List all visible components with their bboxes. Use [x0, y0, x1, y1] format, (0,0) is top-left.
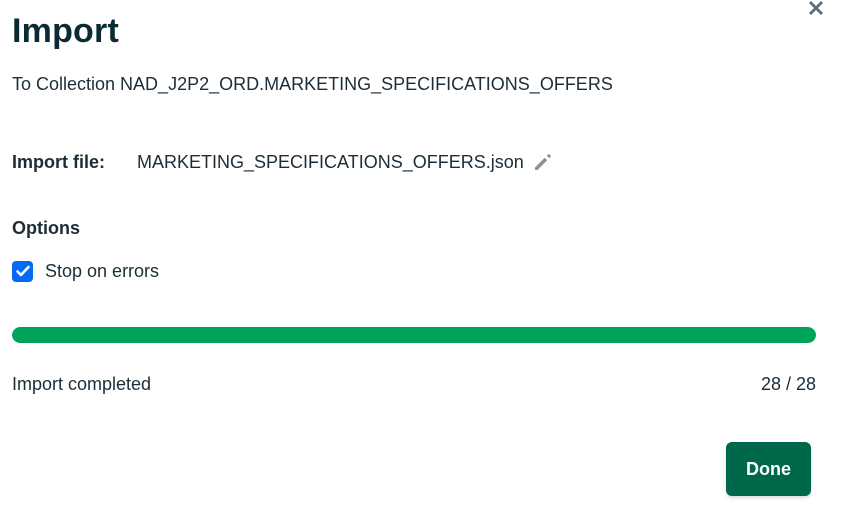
import-file-name: MARKETING_SPECIFICATIONS_OFFERS.json — [137, 151, 524, 172]
stop-on-errors-label: Stop on errors — [45, 260, 160, 281]
import-count-text: 28 / 28 — [760, 374, 816, 394]
import-file-row: Import file: MARKETING_SPECIFICATIONS_OF… — [12, 150, 554, 174]
close-icon — [809, 1, 823, 15]
dialog-title: Import — [12, 12, 119, 50]
import-dialog: Import To Collection NAD_J2P2_ORD.MARKET… — [0, 0, 850, 513]
progress-bar — [12, 327, 816, 343]
checkmark-icon — [15, 265, 30, 277]
done-button[interactable]: Done — [726, 442, 811, 496]
stop-on-errors-option[interactable]: Stop on errors — [12, 260, 159, 282]
close-button[interactable] — [806, 0, 826, 16]
import-status-text: Import completed — [12, 374, 152, 394]
dialog-subtitle: To Collection NAD_J2P2_ORD.MARKETING_SPE… — [12, 74, 613, 94]
stop-on-errors-checkbox[interactable] — [12, 260, 33, 282]
progress-bar-fill — [12, 327, 816, 343]
options-heading: Options — [12, 218, 80, 238]
pencil-icon[interactable] — [532, 151, 554, 173]
import-file-label: Import file: — [12, 151, 105, 172]
